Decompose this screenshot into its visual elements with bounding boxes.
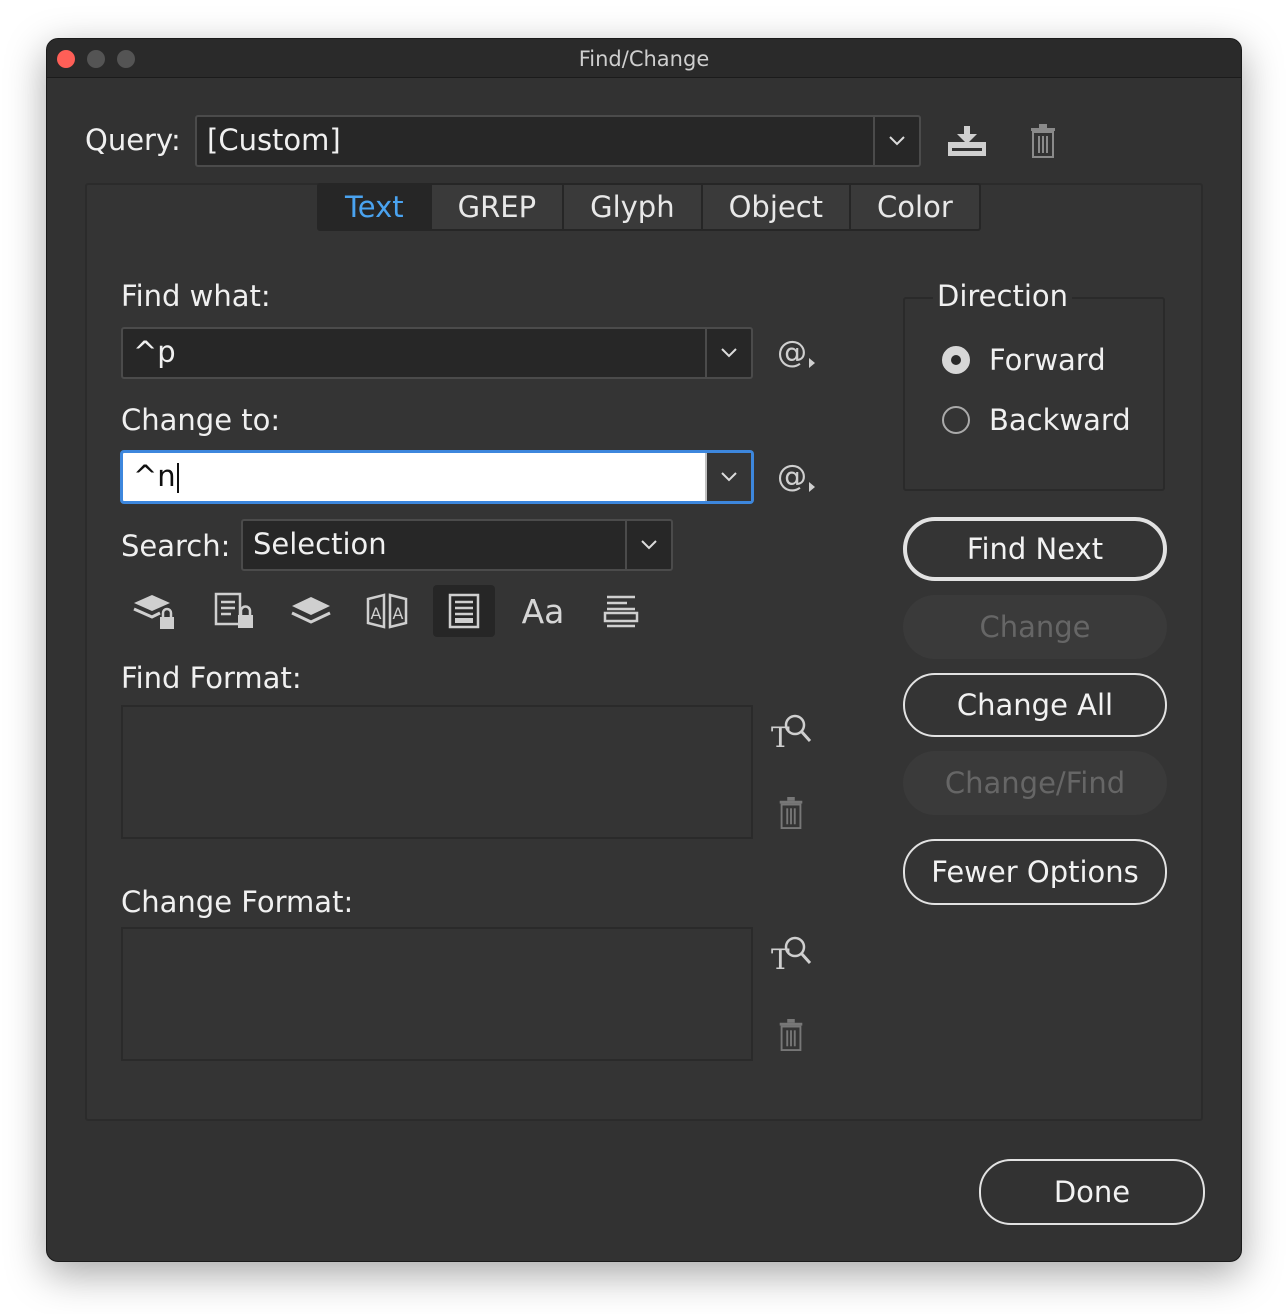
fewer-options-button[interactable]: Fewer Options xyxy=(903,839,1167,905)
master-pages-icon[interactable]: A A xyxy=(359,585,415,637)
tab-object[interactable]: Object xyxy=(703,185,852,229)
chevron-down-icon[interactable] xyxy=(873,117,919,165)
footnotes-icon[interactable] xyxy=(433,585,495,637)
change-button[interactable]: Change xyxy=(903,595,1167,659)
find-what-field[interactable]: ^p xyxy=(121,327,753,379)
change-find-button[interactable]: Change/Find xyxy=(903,751,1167,815)
svg-text:A: A xyxy=(393,604,404,623)
backward-radio[interactable] xyxy=(942,406,970,434)
query-value: [Custom] xyxy=(207,123,341,157)
title-bar: Find/Change xyxy=(47,39,1241,78)
trash-icon[interactable] xyxy=(775,1017,807,1053)
query-label: Query: xyxy=(85,123,181,157)
tab-glyph[interactable]: Glyph xyxy=(564,185,703,229)
forward-radio[interactable] xyxy=(942,346,970,374)
change-format-label: Change Format: xyxy=(121,885,354,919)
search-scope-value: Selection xyxy=(253,527,387,561)
find-format-label: Find Format: xyxy=(121,661,302,695)
search-label: Search: xyxy=(121,529,231,563)
tab-color[interactable]: Color xyxy=(851,185,979,229)
direction-group xyxy=(903,297,1165,491)
svg-text:A: A xyxy=(371,604,382,623)
find-format-box[interactable] xyxy=(121,705,753,839)
chevron-down-icon[interactable] xyxy=(625,521,671,569)
change-to-field[interactable]: ^n xyxy=(121,451,753,503)
hidden-layers-icon[interactable] xyxy=(283,585,339,637)
find-change-dialog: Find/Change Query: [Custom] Text GREP Gl… xyxy=(46,38,1242,1262)
done-button[interactable]: Done xyxy=(979,1159,1205,1225)
find-next-button[interactable]: Find Next xyxy=(903,517,1167,581)
find-what-value: ^p xyxy=(133,335,176,369)
change-to-label: Change to: xyxy=(121,403,281,437)
search-type-tabs: Text GREP Glyph Object Color xyxy=(317,183,981,231)
locked-stories-icon[interactable] xyxy=(207,585,263,637)
find-special-characters-icon[interactable]: @ xyxy=(777,335,815,370)
locked-layers-icon[interactable] xyxy=(127,585,183,637)
direction-title: Direction xyxy=(933,279,1073,313)
specify-change-format-icon[interactable]: T xyxy=(767,931,815,975)
save-query-icon[interactable] xyxy=(943,121,991,161)
change-to-value: ^n xyxy=(133,459,179,493)
search-scope-dropdown[interactable]: Selection xyxy=(241,519,673,571)
change-all-button[interactable]: Change All xyxy=(903,673,1167,737)
trash-icon[interactable] xyxy=(1027,121,1059,161)
find-what-label: Find what: xyxy=(121,279,271,313)
tab-text[interactable]: Text xyxy=(319,185,432,229)
chevron-down-icon[interactable] xyxy=(705,329,751,377)
forward-label[interactable]: Forward xyxy=(989,343,1106,377)
window-title: Find/Change xyxy=(578,47,710,71)
whole-word-icon[interactable] xyxy=(593,585,649,637)
case-sensitive-icon[interactable]: Aa xyxy=(513,585,573,637)
query-dropdown[interactable]: [Custom] xyxy=(195,115,921,167)
chevron-down-icon[interactable] xyxy=(705,453,751,501)
backward-label[interactable]: Backward xyxy=(989,403,1131,437)
tab-grep[interactable]: GREP xyxy=(432,185,565,229)
specify-find-format-icon[interactable]: T xyxy=(767,709,815,753)
trash-icon[interactable] xyxy=(775,795,807,831)
at-icon: @ xyxy=(777,335,807,370)
change-format-box[interactable] xyxy=(121,927,753,1061)
at-icon: @ xyxy=(777,459,807,494)
change-special-characters-icon[interactable]: @ xyxy=(777,459,815,494)
